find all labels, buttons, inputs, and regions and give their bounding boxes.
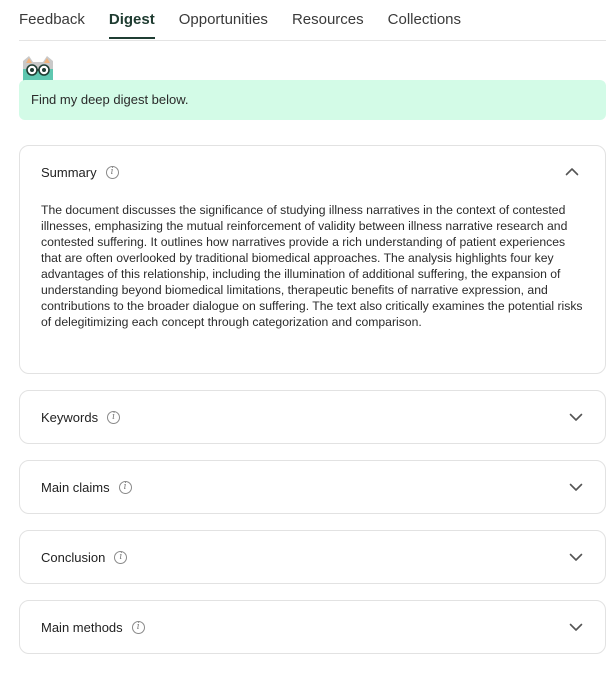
chevron-down-icon[interactable]: [568, 479, 584, 495]
tab-bar: Feedback Digest Opportunities Resources …: [19, 0, 606, 41]
cat-mascot-icon: [23, 56, 53, 81]
main-methods-header[interactable]: Main methods i: [20, 601, 605, 653]
info-icon[interactable]: i: [105, 165, 119, 179]
digest-banner: Find my deep digest below.: [19, 80, 606, 120]
info-icon[interactable]: i: [107, 410, 121, 424]
main-claims-card: Main claims i: [19, 460, 606, 514]
tab-collections[interactable]: Collections: [388, 0, 461, 28]
info-icon[interactable]: i: [114, 550, 128, 564]
chevron-down-icon[interactable]: [568, 619, 584, 635]
keywords-header[interactable]: Keywords i: [20, 391, 605, 443]
conclusion-title: Conclusion: [41, 549, 106, 565]
chevron-up-icon[interactable]: [564, 164, 580, 180]
chevron-down-icon[interactable]: [568, 409, 584, 425]
main-methods-card: Main methods i: [19, 600, 606, 654]
tab-feedback[interactable]: Feedback: [19, 0, 85, 28]
info-icon[interactable]: i: [118, 480, 132, 494]
summary-title: Summary: [41, 164, 97, 180]
keywords-card: Keywords i: [19, 390, 606, 444]
conclusion-header[interactable]: Conclusion i: [20, 531, 605, 583]
conclusion-card: Conclusion i: [19, 530, 606, 584]
keywords-title: Keywords: [41, 409, 99, 425]
summary-body: The document discusses the significance …: [41, 203, 583, 329]
info-icon[interactable]: i: [131, 620, 145, 634]
main-claims-title: Main claims: [41, 479, 110, 495]
summary-card: Summary i The document discusses the sig…: [19, 145, 606, 374]
tab-opportunities[interactable]: Opportunities: [179, 0, 268, 28]
main-methods-title: Main methods: [41, 619, 123, 635]
tab-resources[interactable]: Resources: [292, 0, 364, 28]
main-claims-header[interactable]: Main claims i: [20, 461, 605, 513]
chevron-down-icon[interactable]: [568, 549, 584, 565]
tab-digest[interactable]: Digest: [108, 0, 155, 39]
summary-header[interactable]: Summary i: [20, 146, 605, 198]
